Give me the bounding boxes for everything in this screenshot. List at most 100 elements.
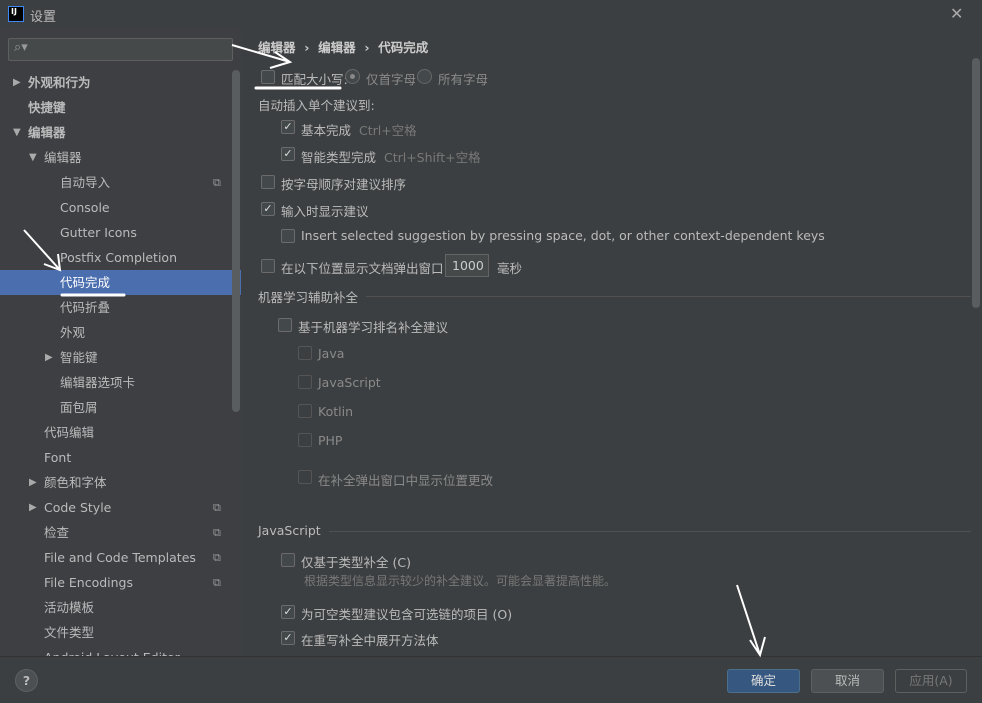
ml-kotlin-label: Kotlin bbox=[318, 404, 353, 419]
sidebar-item-label: Console bbox=[60, 200, 110, 215]
smart-completion-label: 智能类型完成 Ctrl+Shift+空格 bbox=[301, 150, 481, 165]
radio-all-letters[interactable] bbox=[417, 69, 432, 84]
sidebar-item[interactable]: ▶ 外观和行为 bbox=[0, 70, 241, 95]
project-scope-icon: ⧉ bbox=[213, 576, 221, 589]
sidebar-item[interactable]: Console bbox=[0, 195, 241, 220]
ok-button[interactable]: 确定 bbox=[727, 669, 800, 693]
js-expand-label: 在重写补全中展开方法体 bbox=[301, 633, 439, 648]
insert-selected-checkbox[interactable] bbox=[281, 229, 295, 243]
sidebar-item-label: 活动模板 bbox=[44, 600, 95, 615]
sidebar-item[interactable]: 外观 bbox=[0, 320, 241, 345]
help-button[interactable]: ? bbox=[15, 669, 38, 692]
sidebar-item[interactable]: ▶ Code Style ⧉ bbox=[0, 495, 241, 520]
sidebar-item[interactable]: 文件类型 bbox=[0, 620, 241, 645]
chevron-right-icon[interactable]: ▶ bbox=[29, 470, 37, 495]
cancel-button[interactable]: 取消 bbox=[811, 669, 884, 693]
project-scope-icon: ⧉ bbox=[213, 526, 221, 539]
project-scope-icon: ⧉ bbox=[213, 176, 221, 189]
ml-show-pos-checkbox[interactable] bbox=[298, 470, 312, 484]
sidebar-item-label: 快捷键 bbox=[28, 100, 66, 115]
project-scope-icon: ⧉ bbox=[213, 501, 221, 514]
breadcrumb-sep: › bbox=[364, 40, 370, 55]
ml-java-label: Java bbox=[318, 346, 345, 361]
sidebar-item[interactable]: File and Code Templates ⧉ bbox=[0, 545, 241, 570]
sidebar-item[interactable]: 活动模板 bbox=[0, 595, 241, 620]
sidebar-item[interactable]: ▼ 编辑器 bbox=[0, 145, 241, 170]
sidebar-item[interactable]: Font bbox=[0, 445, 241, 470]
divider bbox=[366, 296, 971, 297]
sidebar-item[interactable]: ▼ 编辑器 bbox=[0, 120, 241, 145]
sidebar-item[interactable]: File Encodings ⧉ bbox=[0, 570, 241, 595]
breadcrumb-item[interactable]: 编辑器 bbox=[318, 40, 356, 55]
ml-kotlin-checkbox[interactable] bbox=[298, 404, 312, 418]
divider bbox=[329, 531, 971, 532]
js-nullable-checkbox[interactable]: ✓ bbox=[281, 605, 295, 619]
sidebar-item-label: 颜色和字体 bbox=[44, 475, 107, 490]
settings-content: 编辑器 › 编辑器 › 代码完成 匹配大小写: 仅首字母 所有字母 自动插入单个… bbox=[241, 28, 982, 656]
js-type-only-label: 仅基于类型补全 (C) bbox=[301, 555, 411, 570]
ml-javascript-checkbox[interactable] bbox=[298, 375, 312, 389]
sidebar-item[interactable]: Gutter Icons bbox=[0, 220, 241, 245]
sort-alpha-label: 按字母顺序对建议排序 bbox=[281, 177, 407, 192]
sidebar-item-label: 检查 bbox=[44, 525, 70, 540]
basic-completion-checkbox[interactable]: ✓ bbox=[281, 120, 295, 134]
sidebar-item-label: 编辑器 bbox=[44, 150, 82, 165]
sidebar-item-label: Android Layout Editor bbox=[44, 645, 180, 656]
breadcrumb: 编辑器 › 编辑器 › 代码完成 bbox=[258, 37, 428, 56]
dialog-footer: ? 确定 取消 应用(A) bbox=[0, 656, 982, 703]
sidebar-item-label: 文件类型 bbox=[44, 625, 95, 640]
ml-javascript-label: JavaScript bbox=[318, 375, 381, 390]
js-expand-checkbox[interactable]: ✓ bbox=[281, 631, 295, 645]
radio-first-letter-label: 仅首字母 bbox=[366, 72, 417, 87]
sort-alpha-checkbox[interactable] bbox=[261, 175, 275, 189]
doc-popup-unit: 毫秒 bbox=[497, 261, 523, 276]
radio-first-letter[interactable] bbox=[345, 69, 360, 84]
breadcrumb-item: 代码完成 bbox=[378, 40, 429, 55]
chevron-down-icon[interactable]: ▼ bbox=[29, 145, 37, 170]
show-typing-label: 输入时显示建议 bbox=[281, 204, 369, 219]
smart-completion-checkbox[interactable]: ✓ bbox=[281, 147, 295, 161]
ml-rank-checkbox[interactable] bbox=[278, 318, 292, 332]
sidebar-item[interactable]: Postfix Completion bbox=[0, 245, 241, 270]
sidebar-item-label: 代码编辑 bbox=[44, 425, 95, 440]
doc-popup-label: 在以下位置显示文档弹出窗口 bbox=[281, 261, 444, 276]
sidebar-item-label: Postfix Completion bbox=[60, 250, 177, 265]
breadcrumb-item[interactable]: 编辑器 bbox=[258, 40, 296, 55]
js-type-only-hint: 根据类型信息显示较少的补全建议。可能会显著提高性能。 bbox=[304, 574, 617, 588]
chevron-right-icon[interactable]: ▶ bbox=[29, 495, 37, 520]
sidebar-item[interactable]: 自动导入 ⧉ bbox=[0, 170, 241, 195]
chevron-right-icon[interactable]: ▶ bbox=[45, 345, 53, 370]
app-logo-icon: IJ bbox=[8, 6, 24, 22]
doc-popup-delay-input[interactable]: 1000 bbox=[445, 254, 489, 277]
sidebar-item-label: Gutter Icons bbox=[60, 225, 137, 240]
search-input[interactable]: ⌕▾ bbox=[8, 38, 233, 61]
doc-popup-checkbox[interactable] bbox=[261, 259, 275, 273]
content-scrollbar[interactable] bbox=[972, 58, 980, 308]
apply-button[interactable]: 应用(A) bbox=[895, 669, 967, 693]
sidebar-item[interactable]: 快捷键 bbox=[0, 95, 241, 120]
sidebar-item[interactable]: 代码折叠 bbox=[0, 295, 241, 320]
ml-php-label: PHP bbox=[318, 433, 343, 448]
sidebar-item-label: 代码折叠 bbox=[60, 300, 111, 315]
sidebar-item[interactable]: 面包屑 bbox=[0, 395, 241, 420]
sidebar-item[interactable]: 检查 ⧉ bbox=[0, 520, 241, 545]
close-icon[interactable]: ✕ bbox=[950, 4, 963, 23]
sidebar-item[interactable]: ▶ 颜色和字体 bbox=[0, 470, 241, 495]
sidebar-item[interactable]: ▶ 智能键 bbox=[0, 345, 241, 370]
sidebar-item[interactable]: 编辑器选项卡 bbox=[0, 370, 241, 395]
sidebar-scrollbar[interactable] bbox=[232, 70, 240, 412]
ml-rank-label: 基于机器学习排名补全建议 bbox=[298, 320, 449, 335]
ml-php-checkbox[interactable] bbox=[298, 433, 312, 447]
sidebar-item[interactable]: Android Layout Editor bbox=[0, 645, 241, 656]
settings-tree: ⌕▾ ▶ 外观和行为 快捷键 ▼ 编辑器 ▼ 编辑器 自动导入 ⧉ Console Gutter I… bbox=[0, 28, 241, 656]
sidebar-item-label: File and Code Templates bbox=[44, 550, 196, 565]
chevron-right-icon[interactable]: ▶ bbox=[13, 70, 21, 95]
js-type-only-checkbox[interactable] bbox=[281, 553, 295, 567]
sidebar-item[interactable]: 代码编辑 bbox=[0, 420, 241, 445]
chevron-down-icon[interactable]: ▼ bbox=[13, 120, 21, 145]
ml-java-checkbox[interactable] bbox=[298, 346, 312, 360]
match-case-checkbox[interactable] bbox=[261, 70, 275, 84]
radio-all-letters-label: 所有字母 bbox=[438, 72, 489, 87]
sidebar-item[interactable]: 代码完成 bbox=[0, 270, 241, 295]
show-typing-checkbox[interactable]: ✓ bbox=[261, 202, 275, 216]
